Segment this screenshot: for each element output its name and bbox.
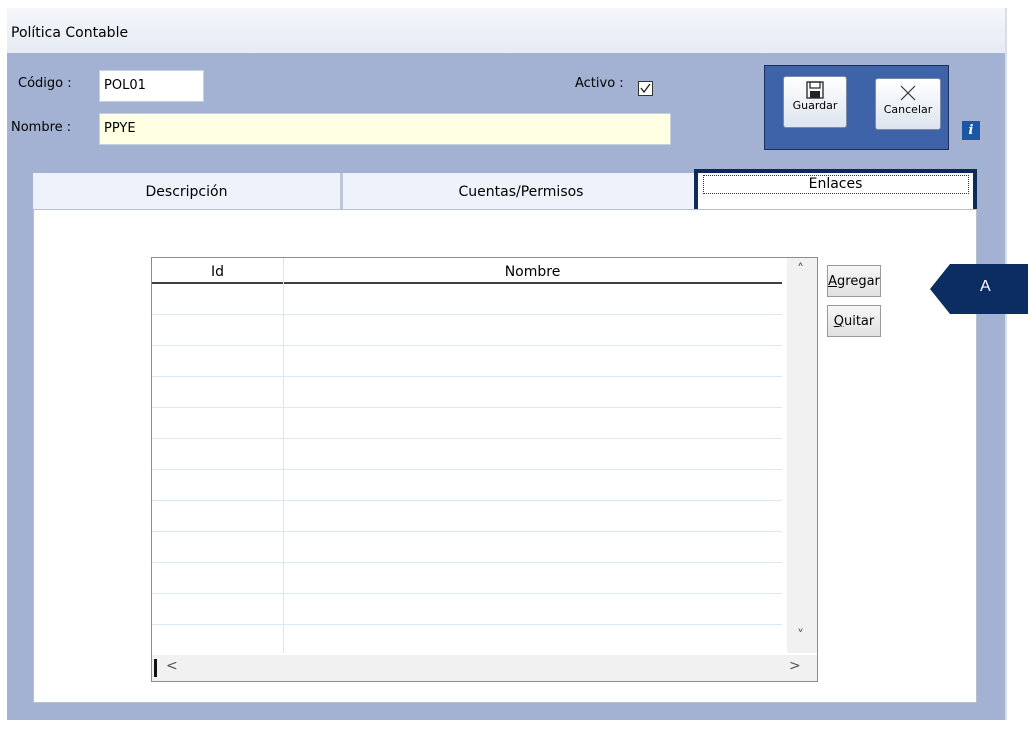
table-row [152, 624, 782, 625]
scroll-left-icon[interactable]: < [166, 658, 178, 674]
cancel-button-label: Cancelar [883, 103, 933, 116]
column-header-nombre[interactable]: Nombre [283, 258, 782, 282]
table-row [152, 376, 782, 377]
table-row [152, 500, 782, 501]
scroll-right-icon[interactable]: > [789, 658, 801, 674]
add-button-label: Agregar [828, 274, 880, 289]
floppy-disk-icon [806, 81, 824, 99]
remove-button-label: Quitar [833, 314, 875, 329]
info-icon[interactable]: i [962, 121, 980, 140]
tab-enlaces[interactable]: Enlaces [694, 169, 977, 214]
links-grid[interactable]: Id Nombre ˄ ˅ < > [151, 257, 818, 682]
scroll-down-icon[interactable]: ˅ [797, 628, 804, 644]
tab-cuentas-permisos[interactable]: Cuentas/Permisos [346, 173, 696, 209]
cancel-button[interactable]: Cancelar [875, 78, 941, 130]
tab-descripcion[interactable]: Descripción [33, 173, 343, 209]
activo-checkbox[interactable] [638, 81, 653, 96]
activo-label: Activo : [575, 76, 624, 91]
window-title: Política Contable [11, 25, 129, 41]
nombre-field[interactable]: PPYE [99, 113, 671, 145]
table-row [152, 562, 782, 563]
save-button-label: Guardar [792, 99, 838, 112]
scroll-up-icon[interactable]: ˄ [797, 262, 804, 278]
grid-header: Id Nombre [152, 258, 782, 284]
title-bar: Política Contable [7, 8, 1005, 53]
action-button-panel: Guardar Cancelar [764, 65, 949, 150]
remove-button[interactable]: Quitar [827, 305, 881, 337]
table-row [152, 469, 782, 470]
tab-enlaces-label: Enlaces [702, 175, 969, 194]
horizontal-scrollbar[interactable]: < > [152, 655, 817, 681]
table-row [152, 438, 782, 439]
save-button[interactable]: Guardar [783, 76, 847, 128]
codigo-field[interactable]: POL01 [99, 70, 204, 102]
tab-content-enlaces: Id Nombre ˄ ˅ < > Agregar Quitar [33, 209, 977, 703]
table-row [152, 593, 782, 594]
callout-label: A [980, 278, 991, 295]
codigo-label: Código : [18, 76, 72, 91]
tab-strip: Descripción Cuentas/Permisos Enlaces [33, 169, 977, 214]
callout-arrow-shape [930, 264, 1028, 314]
table-row [152, 345, 782, 346]
annotation-callout: A [930, 264, 1028, 314]
vertical-scrollbar[interactable]: ˄ ˅ [787, 258, 817, 653]
text-cursor-marker [154, 659, 157, 677]
nombre-label: Nombre : [11, 120, 72, 135]
table-row [152, 407, 782, 408]
table-row [152, 531, 782, 532]
add-button[interactable]: Agregar [827, 265, 881, 297]
column-header-id[interactable]: Id [152, 258, 283, 282]
policy-window: Política Contable Código : POL01 Activo … [7, 8, 1007, 720]
table-row [152, 314, 782, 315]
cancel-x-icon [900, 85, 916, 101]
